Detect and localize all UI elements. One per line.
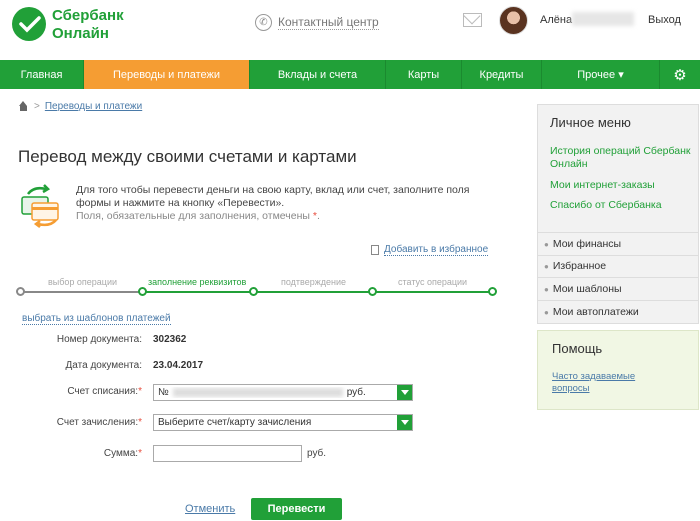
doc-date-value: 23.04.2017 xyxy=(153,360,204,371)
add-to-favorites-label: Добавить в избранное xyxy=(384,244,489,256)
step-dot-1 xyxy=(16,287,25,296)
bullet-icon: ● xyxy=(544,284,549,294)
sidebar-item-favorites[interactable]: ● Избранное xyxy=(544,260,606,272)
step-dot-3 xyxy=(249,287,258,296)
add-to-favorites[interactable]: Добавить в избранное xyxy=(371,244,489,256)
help-title: Помощь xyxy=(552,341,603,356)
debit-account-redacted xyxy=(172,387,343,397)
username-surname-redacted xyxy=(572,12,634,26)
doc-number-value: 302362 xyxy=(153,334,187,345)
required-star: * xyxy=(138,417,142,428)
sidebar-item-finances[interactable]: ● Мои финансы xyxy=(544,238,621,250)
debit-account-label-text: Счет списания: xyxy=(67,386,139,397)
stepper-line-active xyxy=(143,291,253,293)
breadcrumb: > Переводы и платежи xyxy=(18,101,142,112)
logo-icon xyxy=(12,7,46,41)
stepper-line-done xyxy=(18,291,143,293)
doc-number-label: Номер документа: xyxy=(56,334,142,345)
home-icon[interactable] xyxy=(18,101,29,112)
sidebar-item-autopayments[interactable]: ● Мои автоплатежи xyxy=(544,306,639,318)
debit-account-select[interactable]: № руб. xyxy=(153,384,413,401)
header: Сбербанк Онлайн ✆ Контактный центр Алёна… xyxy=(0,0,700,60)
info-note-end: . xyxy=(316,210,320,222)
contact-center-label: Контактный центр xyxy=(278,14,379,30)
info-text: Для того чтобы перевести деньги на свою … xyxy=(76,184,496,223)
help-box: Помощь Часто задаваемые вопросы xyxy=(537,330,699,410)
phone-icon: ✆ xyxy=(255,13,272,31)
main-nav: Главная Переводы и платежи Вклады и счет… xyxy=(0,60,700,89)
sidebar-link-spasibo[interactable]: Спасибо от Сбербанка xyxy=(550,199,695,212)
step-label-confirm: подтверждение xyxy=(281,277,347,287)
page-title: Перевод между своими счетами и картами xyxy=(18,147,357,166)
choose-template-link[interactable]: выбрать из шаблонов платежей xyxy=(22,313,171,325)
nav-item-cards[interactable]: Карты xyxy=(386,60,462,89)
required-star: * xyxy=(138,448,142,459)
step-label-status: статус операции xyxy=(398,277,468,287)
sidebar-divider xyxy=(538,277,698,278)
debit-account-value: № руб. xyxy=(154,387,397,398)
debit-account-number-prefix: № xyxy=(158,387,169,398)
credit-account-select[interactable]: Выберите счет/карту зачисления xyxy=(153,414,413,431)
amount-input[interactable] xyxy=(153,445,302,462)
step-dot-4 xyxy=(368,287,377,296)
chevron-down-icon[interactable] xyxy=(397,415,412,430)
sidebar-divider xyxy=(538,300,698,301)
credit-account-label: Счет зачисления:* xyxy=(20,417,142,428)
transfer-button[interactable]: Перевести xyxy=(251,498,342,520)
mail-icon[interactable] xyxy=(463,13,482,27)
credit-account-label-text: Счет зачисления: xyxy=(56,417,139,428)
faq-link[interactable]: Часто задаваемые вопросы xyxy=(552,371,672,395)
bullet-icon: ● xyxy=(544,239,549,249)
amount-label: Сумма:* xyxy=(20,448,142,459)
amount-label-text: Сумма: xyxy=(103,448,139,459)
doc-date-label: Дата документа: xyxy=(65,360,142,371)
breadcrumb-link-transfers[interactable]: Переводы и платежи xyxy=(45,101,142,112)
avatar[interactable] xyxy=(499,6,528,35)
personal-menu: Личное меню История операций Сбербанк Он… xyxy=(537,104,699,324)
sidebar-item-label: Избранное xyxy=(552,260,607,272)
sidebar-item-label: Мои шаблоны xyxy=(552,283,622,295)
personal-menu-title: Личное меню xyxy=(550,115,631,130)
bookmark-icon xyxy=(371,245,379,255)
info-instructions: Для того чтобы перевести деньги на свою … xyxy=(76,184,470,209)
sidebar-item-templates[interactable]: ● Мои шаблоны xyxy=(544,283,622,295)
amount-currency: руб. xyxy=(307,448,327,459)
nav-item-transfers[interactable]: Переводы и платежи xyxy=(84,60,250,89)
logo-text-line1: Сбербанк xyxy=(52,7,124,24)
logo-text-line2: Онлайн xyxy=(52,25,109,42)
debit-account-label: Счет списания:* xyxy=(20,386,142,397)
sidebar-item-label: Мои финансы xyxy=(552,238,622,250)
credit-account-placeholder: Выберите счет/карту зачисления xyxy=(158,417,312,428)
sidebar-divider xyxy=(538,232,698,233)
bullet-icon: ● xyxy=(544,307,549,317)
step-dot-2 xyxy=(138,287,147,296)
debit-account-currency: руб. xyxy=(346,387,366,398)
required-star: * xyxy=(138,386,142,397)
logout-link[interactable]: Выход xyxy=(648,14,681,26)
sidebar-item-label: Мои автоплатежи xyxy=(552,306,639,318)
progress-stepper: выбор операции заполнение реквизитов под… xyxy=(16,277,498,301)
cards-transfer-icon xyxy=(18,184,66,228)
chevron-down-icon[interactable] xyxy=(397,385,412,400)
sidebar-divider xyxy=(538,255,698,256)
nav-item-credits[interactable]: Кредиты xyxy=(462,60,542,89)
nav-item-home[interactable]: Главная xyxy=(0,60,84,89)
step-dot-5 xyxy=(488,287,497,296)
username[interactable]: Алёна xyxy=(540,14,572,26)
bullet-icon: ● xyxy=(544,261,549,271)
breadcrumb-separator: > xyxy=(34,101,40,112)
step-label-fill: заполнение реквизитов xyxy=(148,277,247,287)
sidebar-link-orders[interactable]: Мои интернет-заказы xyxy=(550,179,695,192)
cancel-link[interactable]: Отменить xyxy=(185,503,235,515)
contact-center-link[interactable]: ✆ Контактный центр xyxy=(255,12,379,32)
sberbank-logo[interactable]: Сбербанк Онлайн xyxy=(12,5,142,45)
sidebar-link-history[interactable]: История операций Сбербанк Онлайн xyxy=(550,145,695,171)
nav-item-other[interactable]: Прочее ▾ xyxy=(542,60,660,89)
info-required-note: Поля, обязательные для заполнения, отмеч… xyxy=(76,210,310,222)
settings-gear-icon[interactable]: ⚙ xyxy=(660,60,700,89)
step-label-select: выбор операции xyxy=(48,277,118,287)
nav-item-deposits[interactable]: Вклады и счета xyxy=(250,60,386,89)
